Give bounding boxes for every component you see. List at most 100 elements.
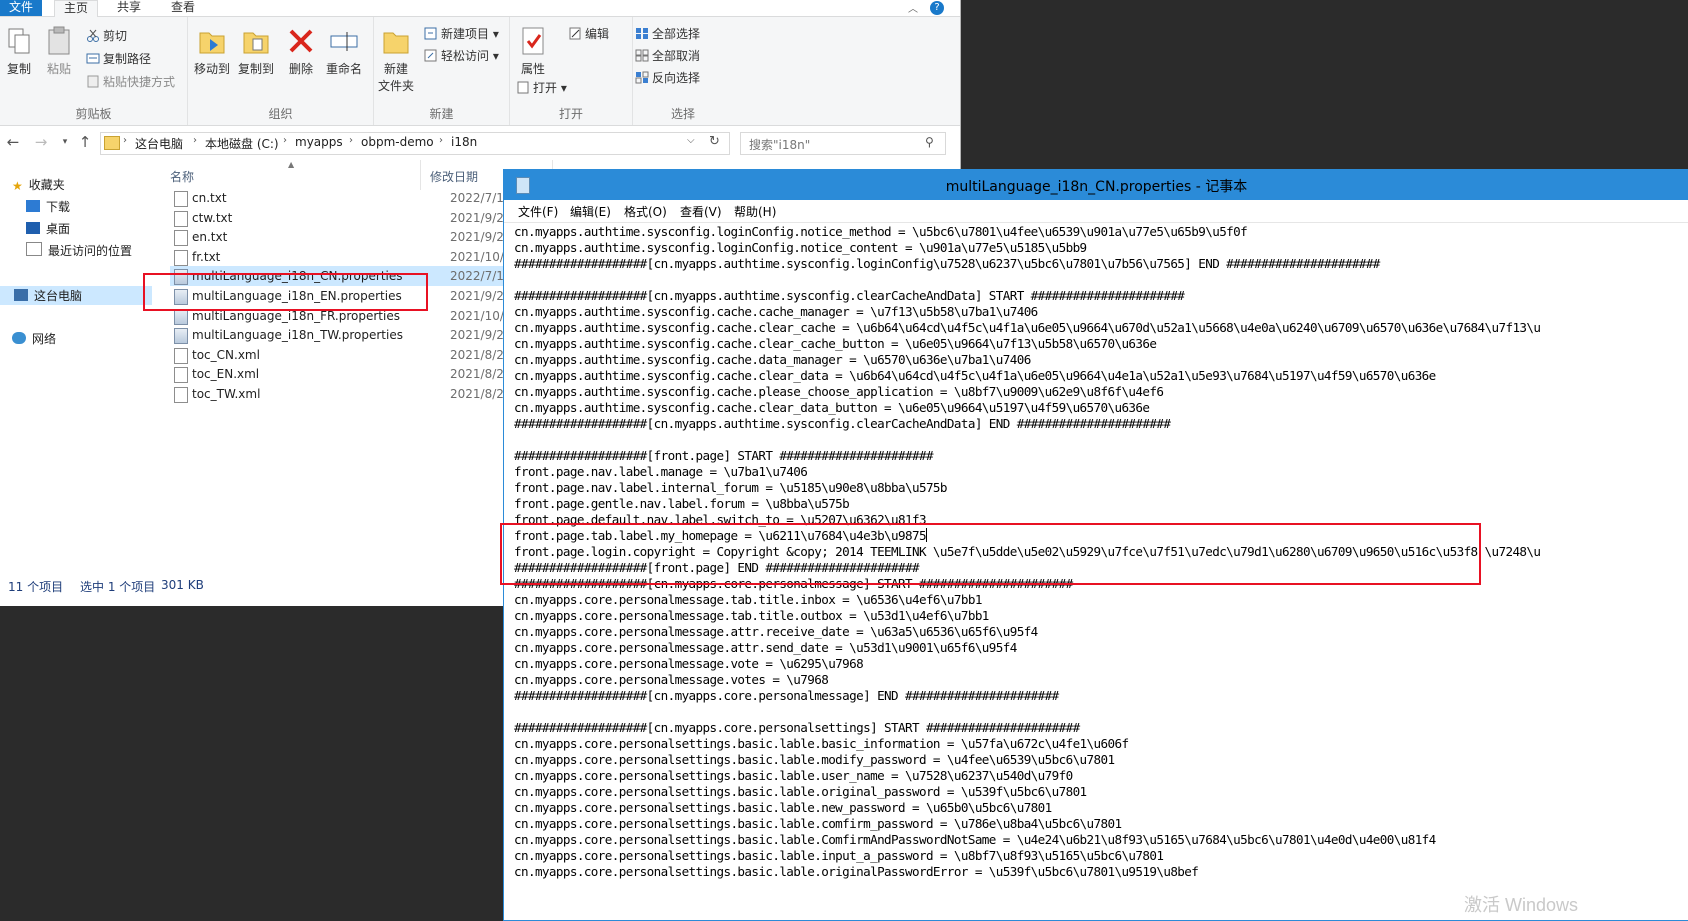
navigation-pane: ★ 收藏夹 下载 桌面 最近访问的位置 这台电脑 网络 [0, 160, 153, 570]
folder-icon [104, 136, 120, 150]
refresh-icon[interactable]: ↻ [709, 134, 720, 149]
copy-path-button[interactable]: 复制路径 [86, 50, 151, 67]
address-field[interactable]: › 这台电脑 › 本地磁盘 (C:) › myapps › obpm-demo … [100, 132, 730, 155]
new-folder-label-2: 文件夹 [377, 79, 414, 93]
select-none-button[interactable]: 全部取消 [635, 47, 700, 64]
easy-access-button[interactable]: 轻松访问 ▾ [424, 47, 499, 64]
new-folder-button[interactable]: 新建 文件夹 [376, 25, 416, 94]
selected-count: 选中 1 个项目 [80, 580, 156, 594]
menu-edit[interactable]: 编辑(E) [570, 203, 611, 220]
file-name: ctw.txt [192, 210, 233, 225]
new-group-label: 新建 [429, 107, 454, 121]
open-button[interactable]: 打开 ▾ [516, 79, 567, 96]
organize-group-label: 组织 [268, 107, 293, 121]
column-divider[interactable] [420, 160, 421, 190]
notepad-menu-bar: 文件(F) 编辑(E) 格式(O) 查看(V) 帮助(H) [504, 200, 1688, 223]
invert-selection-button[interactable]: 反向选择 [635, 69, 700, 86]
forward-icon[interactable]: → [30, 132, 52, 152]
select-all-button[interactable]: 全部选择 [635, 25, 700, 42]
menu-help[interactable]: 帮助(H) [734, 203, 776, 220]
nav-quick-access[interactable]: ★ 收藏夹 [12, 176, 65, 193]
paste-button[interactable]: 粘贴 [42, 25, 76, 77]
back-icon[interactable]: ← [2, 132, 24, 152]
text-line [514, 272, 1684, 288]
desktop-icon [26, 222, 40, 234]
nav-downloads[interactable]: 下载 [26, 198, 70, 215]
edit-label: 编辑 [585, 27, 610, 41]
text-line: ###################[cn.myapps.core.perso… [514, 688, 1059, 703]
edit-button[interactable]: 编辑 [568, 25, 609, 42]
nav-this-pc[interactable]: 这台电脑 [0, 286, 152, 305]
recent-locations-icon[interactable]: ▾ [54, 132, 76, 152]
breadcrumb-obpm-demo[interactable]: obpm-demo [361, 135, 434, 149]
text-line: cn.myapps.authtime.sysconfig.cache.cache… [514, 304, 1038, 319]
text-line: ###################[cn.myapps.authtime.s… [514, 288, 1185, 303]
computer-icon [14, 289, 28, 301]
nav-recent[interactable]: 最近访问的位置 [26, 242, 132, 259]
tab-share[interactable]: 共享 [108, 0, 150, 16]
copy-path-label: 复制路径 [103, 52, 152, 66]
collapse-ribbon-icon[interactable]: ︿ [908, 0, 918, 15]
text-line: ###################[cn.myapps.authtime.s… [514, 416, 1171, 431]
move-to-button[interactable]: 移动到 [192, 25, 232, 77]
menu-format[interactable]: 格式(O) [624, 203, 667, 220]
notepad-title-bar[interactable]: multiLanguage_i18n_CN.properties - 记事本 [504, 170, 1688, 200]
copy-to-button[interactable]: 复制到 [236, 25, 276, 77]
open-group-label: 打开 [558, 107, 583, 121]
help-icon[interactable]: ? [930, 1, 944, 15]
text-line: cn.myapps.authtime.sysconfig.cache.clear… [514, 320, 1541, 335]
text-line: cn.myapps.core.personalmessage.tab.title… [514, 592, 982, 607]
properties-button[interactable]: 属性 [516, 25, 550, 77]
tab-view[interactable]: 查看 [162, 0, 204, 16]
text-line: cn.myapps.authtime.sysconfig.cache.pleas… [514, 384, 1164, 399]
select-all-icon [635, 27, 649, 40]
text-line: cn.myapps.core.personalsettings.basic.la… [514, 864, 1199, 879]
tab-file[interactable]: 文件 [0, 0, 42, 16]
search-icon[interactable]: ⚲ [925, 135, 934, 149]
rename-button[interactable]: 重命名 [324, 25, 364, 77]
scissors-icon [86, 29, 100, 42]
highlight-box-selected-file [143, 273, 428, 311]
search-box[interactable]: 搜索"i18n" ⚲ [740, 132, 946, 155]
file-name: toc_TW.xml [192, 387, 261, 401]
tab-home[interactable]: 主页 [54, 0, 98, 18]
open-icon [516, 81, 530, 94]
address-dropdown-icon[interactable]: ⌵ [687, 135, 695, 146]
invert-selection-icon [635, 71, 649, 84]
text-line: cn.myapps.core.personalsettings.basic.la… [514, 736, 1129, 751]
up-icon[interactable]: ↑ [74, 132, 96, 152]
copy-button[interactable]: 复制 [2, 25, 36, 77]
breadcrumb-i18n[interactable]: i18n [451, 135, 477, 149]
column-header-name[interactable]: 名称 [170, 168, 194, 185]
text-line [514, 432, 1684, 448]
text-line: ###################[cn.myapps.core.perso… [514, 720, 1080, 735]
recent-places-icon [26, 242, 42, 256]
breadcrumb-this-pc[interactable]: 这台电脑 [135, 135, 183, 152]
network-icon [12, 332, 26, 344]
nav-desktop[interactable]: 桌面 [26, 220, 70, 237]
text-line: front.page.nav.label.internal_forum = \u… [514, 480, 947, 495]
activation-watermark: 激活 Windows [1464, 895, 1579, 915]
menu-file[interactable]: 文件(F) [518, 203, 558, 220]
nav-network[interactable]: 网络 [12, 330, 56, 347]
file-icon [174, 230, 188, 247]
breadcrumb-myapps[interactable]: myapps [295, 135, 343, 149]
new-item-button[interactable]: 新建项目 ▾ [424, 25, 499, 42]
cut-button[interactable]: 剪切 [86, 27, 127, 44]
breadcrumb-local-disk[interactable]: 本地磁盘 (C:) [205, 135, 279, 152]
text-line: cn.myapps.core.personalsettings.basic.la… [514, 816, 1122, 831]
delete-button[interactable]: 删除 [284, 25, 318, 77]
column-header-date[interactable]: 修改日期 [430, 168, 478, 185]
paste-shortcut-label: 粘贴快捷方式 [103, 75, 176, 89]
text-line: front.page.nav.label.manage = \u7ba1\u74… [514, 464, 808, 479]
text-line: cn.myapps.core.personalsettings.basic.la… [514, 752, 1115, 767]
properties-icon [517, 25, 549, 57]
menu-view[interactable]: 查看(V) [680, 203, 722, 220]
clipboard-group-label: 剪贴板 [75, 107, 112, 121]
selected-size: 301 KB [161, 578, 204, 592]
organize-group: 移动到 复制到 删除 重命名 组织 [188, 17, 374, 125]
paste-shortcut-button[interactable]: 粘贴快捷方式 [86, 73, 175, 90]
nav-label: 这台电脑 [34, 289, 83, 303]
rename-icon [328, 25, 360, 57]
select-none-icon [635, 49, 649, 62]
